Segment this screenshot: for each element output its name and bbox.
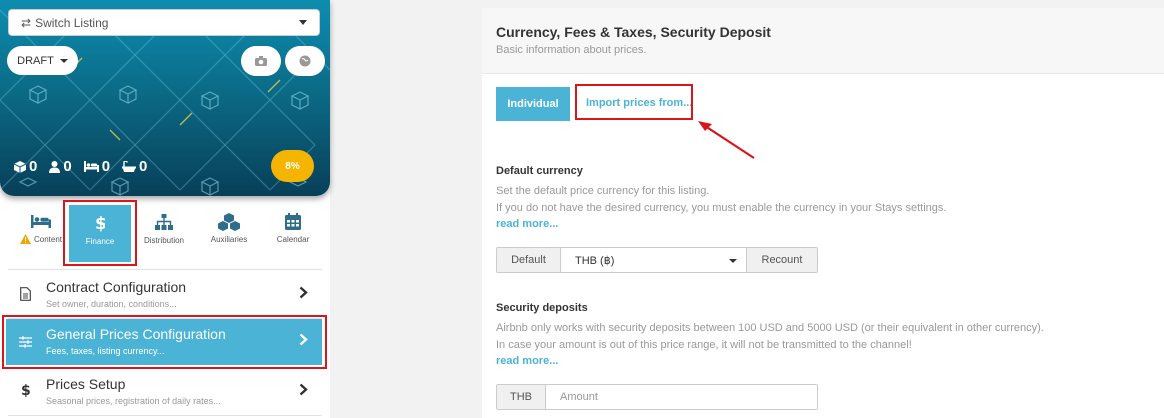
- rooms-stat: 0: [14, 158, 37, 175]
- guests-stat: 0: [49, 158, 72, 175]
- deposit-amount-input[interactable]: [545, 385, 817, 409]
- page-subtitle: Basic information about prices.: [496, 44, 647, 56]
- chevron-right-icon: [299, 383, 308, 396]
- currency-read-more-link[interactable]: read more...: [496, 218, 558, 230]
- cubes-icon: [218, 213, 240, 231]
- prices-config-panel: Currency, Fees & Taxes, Security Deposit…: [482, 8, 1164, 418]
- sitemap-icon: [155, 214, 173, 230]
- listing-nav: Content $ Finance Distribution Auxiliari…: [0, 200, 330, 268]
- caret-down-icon: [59, 58, 68, 63]
- currency-help-text: If you do not have the desired currency,…: [496, 202, 947, 214]
- annotation-arrow-icon: [698, 121, 755, 159]
- currency-addon-label: Default: [497, 248, 560, 272]
- divider: [8, 415, 322, 416]
- menu-item-title: Contract Configuration: [46, 279, 187, 295]
- tab-calendar-label: Calendar: [276, 235, 310, 244]
- individual-button[interactable]: Individual: [496, 87, 570, 121]
- security-deposits-heading: Security deposits: [496, 302, 588, 314]
- user-icon: [49, 160, 61, 173]
- status-label: DRAFT: [17, 54, 54, 67]
- globe-icon: [299, 55, 311, 67]
- deposit-currency-addon: THB: [497, 385, 545, 409]
- rooms-count: 0: [29, 158, 38, 175]
- tab-auxiliaries[interactable]: Auxiliaries: [198, 208, 260, 262]
- import-highlight-box: [575, 84, 693, 120]
- default-currency-group: Default THB (฿) Recount: [496, 247, 818, 273]
- baths-count: 0: [139, 158, 148, 175]
- tab-content-label: Content: [33, 234, 63, 244]
- panel-header: Currency, Fees & Taxes, Security Deposit…: [482, 8, 1164, 74]
- status-dropdown[interactable]: DRAFT: [7, 46, 78, 75]
- beds-count: 0: [101, 158, 111, 175]
- guests-count: 0: [63, 158, 72, 175]
- tab-auxiliaries-label: Auxiliaries: [210, 235, 248, 244]
- tab-distribution-label: Distribution: [143, 236, 184, 245]
- warning-icon: [19, 234, 31, 244]
- deposit-help-text: In case your amount is out of this price…: [496, 339, 912, 351]
- menu-item-prices-setup[interactable]: $ Prices Setup Seasonal prices, registra…: [6, 369, 322, 415]
- completion-badge: 8%: [271, 150, 314, 182]
- deposit-read-more-link[interactable]: read more...: [496, 355, 558, 367]
- caret-down-icon: [299, 20, 307, 25]
- baths-stat: 0: [122, 158, 147, 175]
- calendar-icon: [285, 213, 301, 230]
- caret-down-icon: [729, 259, 737, 263]
- map-location-button[interactable]: [285, 46, 325, 76]
- menu-item-subtitle: Seasonal prices, registration of daily r…: [46, 396, 221, 406]
- recount-button[interactable]: Recount: [747, 248, 817, 272]
- cube-icon: [14, 160, 26, 173]
- deposit-help-text: Airbnb only works with security deposits…: [496, 322, 1044, 334]
- menu-item-subtitle: Set owner, duration, conditions...: [46, 299, 177, 309]
- tab-calendar[interactable]: Calendar: [262, 208, 324, 262]
- tab-distribution[interactable]: Distribution: [133, 208, 195, 262]
- switch-listing-label: Switch Listing: [35, 15, 109, 30]
- bed-icon: [31, 215, 51, 228]
- bath-icon: [122, 160, 137, 172]
- svg-text:$: $: [21, 383, 30, 397]
- deposit-amount-group: THB: [496, 384, 818, 410]
- menu-item-title: Prices Setup: [46, 376, 126, 392]
- currency-selected-value: THB (฿): [575, 254, 615, 267]
- switch-icon: ⇄: [21, 15, 32, 30]
- camera-icon: [255, 56, 267, 66]
- finance-highlight-box: [63, 200, 137, 266]
- page-title: Currency, Fees & Taxes, Security Deposit: [496, 24, 771, 40]
- beds-stat: 0: [83, 158, 111, 175]
- general-prices-highlight-box: [2, 315, 327, 369]
- document-icon: [20, 287, 31, 301]
- upload-photo-button[interactable]: [241, 46, 281, 76]
- divider: [8, 269, 322, 270]
- menu-item-contract-configuration[interactable]: Contract Configuration Set owner, durati…: [6, 272, 322, 318]
- dollar-icon: $: [21, 383, 30, 397]
- switch-listing-select[interactable]: ⇄ Switch Listing: [8, 9, 320, 36]
- currency-help-text: Set the default price currency for this …: [496, 185, 710, 197]
- bed-icon: [83, 161, 99, 172]
- default-currency-heading: Default currency: [496, 165, 583, 177]
- listing-stats: 0 0 0 0: [14, 158, 147, 175]
- chevron-right-icon: [299, 286, 308, 299]
- currency-select[interactable]: THB (฿): [560, 248, 747, 272]
- sidebar: DRAFT 0 0 0 0 8% ⇄ Switch Listing Conten…: [0, 0, 330, 418]
